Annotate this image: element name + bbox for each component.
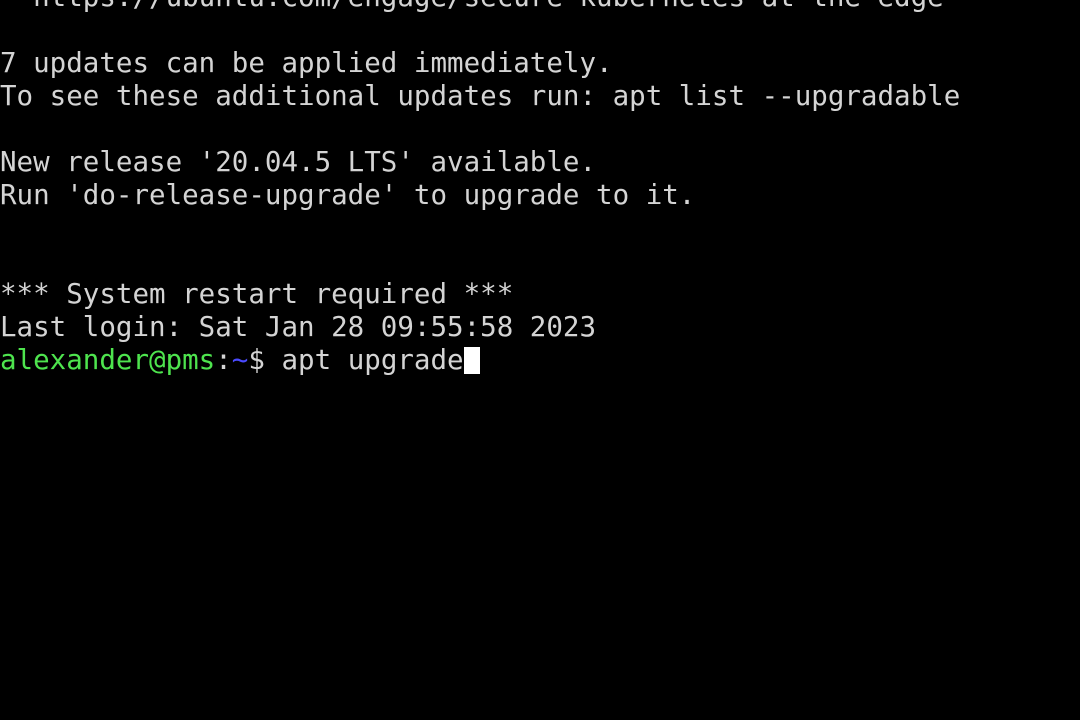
prompt-separator: : bbox=[215, 344, 232, 376]
prompt-working-directory: ~ bbox=[231, 344, 249, 376]
terminal-line-motd-url: https://ubuntu.com/engage/secure-kuberne… bbox=[0, 0, 1080, 14]
terminal-screen[interactable]: https://ubuntu.com/engage/secure-kuberne… bbox=[0, 0, 1080, 720]
command-input[interactable]: apt upgrade bbox=[265, 344, 463, 376]
terminal-line-updates-count: 7 updates can be applied immediately. bbox=[0, 47, 613, 79]
terminal-line-release-hint: Run 'do-release-upgrade' to upgrade to i… bbox=[0, 179, 696, 211]
terminal-scrollback-buffer: https://ubuntu.com/engage/secure-kuberne… bbox=[0, 0, 1080, 377]
prompt-sigil: $ bbox=[248, 344, 265, 376]
terminal-line-restart-required: *** System restart required *** bbox=[0, 278, 514, 310]
text-cursor bbox=[463, 347, 481, 374]
prompt-user-host: alexander@pms bbox=[0, 344, 216, 376]
terminal-line-updates-hint: To see these additional updates run: apt… bbox=[0, 80, 961, 112]
terminal-prompt-line[interactable]: alexander@pms:~$ apt upgrade bbox=[0, 344, 1080, 377]
terminal-line-last-login: Last login: Sat Jan 28 09:55:58 2023 bbox=[0, 311, 597, 343]
terminal-line-new-release: New release '20.04.5 LTS' available. bbox=[0, 146, 597, 178]
